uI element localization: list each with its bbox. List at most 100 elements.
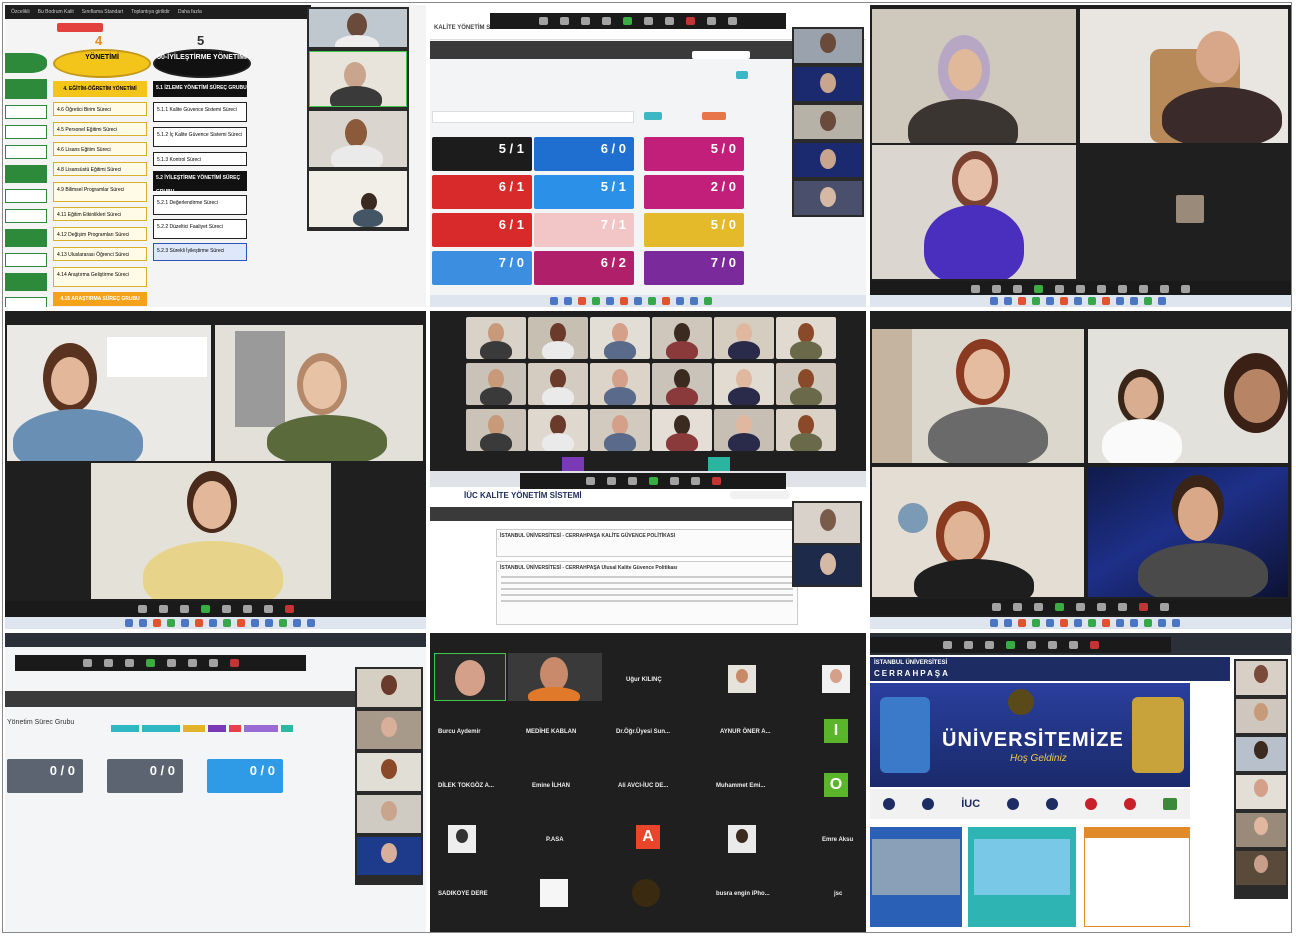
status-tile[interactable]: 6 / 2 [534,251,634,285]
participant-strip [792,501,862,587]
section-footer: 4.15 ARAŞTIRMA SÜREÇ GRUBU [53,292,147,306]
filter-input[interactable] [432,111,634,123]
hero-subtitle: Hoş Geldiniz [1010,753,1067,764]
participant-face [798,323,814,343]
participant-face [798,415,814,435]
status-tile[interactable]: 5 / 0 [644,137,744,171]
filter-button[interactable] [644,112,662,120]
status-tile[interactable]: 0 / 0 [207,759,283,793]
announcements-card[interactable] [1084,827,1190,927]
green-column [5,79,47,307]
participant-video [1236,851,1286,885]
participant-video [652,363,712,405]
record-indicator [57,23,103,32]
menu-item[interactable]: Daha fazla [178,9,202,15]
process-stats-panel: Yönetim Sürec Grubu 0 / 0 0 / 0 0 / 0 [5,633,426,932]
zoom-toolbar[interactable] [870,599,1291,615]
hero-title: ÜNİVERSİTEMİZE [942,729,1124,751]
zoom-toolbar[interactable] [490,13,786,29]
participant-body [790,433,822,451]
tile-count: 6 / 0 [600,141,626,156]
participant-video [508,653,602,701]
gallery-view [466,313,836,453]
gallery-and-page-panel: İÜC KALİTE YÖNETİM SİSTEMİ İSTANBUL ÜNİV… [430,311,866,629]
column-number: 5 [197,33,205,48]
participant-video [357,837,421,875]
participant-video [357,711,421,749]
status-tile[interactable]: 0 / 0 [107,759,183,793]
zoom-toolbar[interactable] [870,637,1171,653]
zoom-toolbar[interactable] [5,601,426,617]
menu-item[interactable]: Sınıflama Standart [82,9,123,15]
menu-item[interactable]: Özcelikli [11,9,30,15]
hero-banner[interactable]: ÜNİVERSİTEMİZE Hoş Geldiniz [870,683,1190,787]
status-tile[interactable]: 5 / 0 [644,213,744,247]
participant-face [488,369,504,389]
zoom-toolbar[interactable] [520,473,786,489]
list-item: 5.1.3 Kontrol Süreci [153,152,247,166]
participant-body [666,433,698,451]
action-button[interactable] [736,71,748,79]
clear-button[interactable] [702,112,726,120]
university-logo [632,879,660,907]
menu-item[interactable]: Toplantıya girilidir [131,9,170,15]
participant-name: AYNUR ÖNER A... [720,729,771,735]
status-tile[interactable]: 7 / 1 [534,213,634,247]
participant-name: P.ASA [546,837,564,843]
kys-dashboard-panel: KALİTE YÖNETİM SİSTEMİ 5 / 16 / 05 / 06 … [430,5,866,307]
participant-face [550,369,566,389]
avatar [448,825,476,853]
status-tile[interactable]: 7 / 0 [644,251,744,285]
participant-video [590,317,650,359]
participant-video [309,171,407,227]
filter-chip-row[interactable] [111,719,311,732]
participant-face [674,323,690,343]
status-tile[interactable]: 0 / 0 [7,759,83,793]
status-tile[interactable]: 6 / 1 [432,175,532,209]
participant-body [790,341,822,359]
avatar [562,457,584,471]
status-tile[interactable]: 5 / 1 [534,175,634,209]
university-logo [1008,689,1034,715]
user-menu[interactable] [730,491,790,499]
nav-bar[interactable] [5,691,356,707]
participant-video [794,29,862,63]
participant-video [794,545,860,585]
list-item: 4.6 Lisans Eğitim Süreci [53,142,147,156]
status-tile[interactable]: 6 / 1 [432,213,532,247]
status-tile[interactable]: 6 / 0 [534,137,634,171]
list-item: 4.9 Bilimsel Programlar Süreci [53,182,147,202]
tile-count: 0 / 0 [149,763,175,778]
participant-strip [355,667,423,885]
participant-face [612,369,628,389]
nav-bar[interactable] [430,507,796,521]
taskbar [870,617,1291,629]
status-tile[interactable]: 5 / 1 [432,137,532,171]
participant-body [604,341,636,359]
quick-links[interactable]: İUC [870,789,1190,819]
avatar [1176,195,1204,223]
participant-video [1236,737,1286,771]
participant-video [1080,9,1288,143]
section-header: 5.2 İYİLEŞTİRME YÖNETİMİ SÜREÇ GRUBU [153,171,247,195]
news-card[interactable] [870,827,962,927]
participant-video [357,669,421,707]
menu-item[interactable]: Bu Bodrum Kalit [38,9,74,15]
oval-label: YÖNETİMİ [85,54,119,61]
zoom-toolbar[interactable] [15,655,306,671]
participant-body [542,387,574,405]
participant-strip [307,7,409,231]
participant-video [652,409,712,451]
participant-name: Uğur KILINÇ [626,677,662,683]
participant-video [776,317,836,359]
search-input[interactable] [692,51,750,59]
status-tile[interactable]: 2 / 0 [644,175,744,209]
taskbar [430,295,866,307]
browser-tabs[interactable] [5,633,426,647]
policy-card: İSTANBUL ÜNİVERSİTESİ - CERRAHPAŞA KALİT… [496,529,798,557]
status-tile[interactable]: 7 / 0 [432,251,532,285]
meeting-gallery-panel-2 [5,311,426,629]
avatar [540,879,568,907]
news-card[interactable] [968,827,1076,927]
participant-video [794,67,862,101]
